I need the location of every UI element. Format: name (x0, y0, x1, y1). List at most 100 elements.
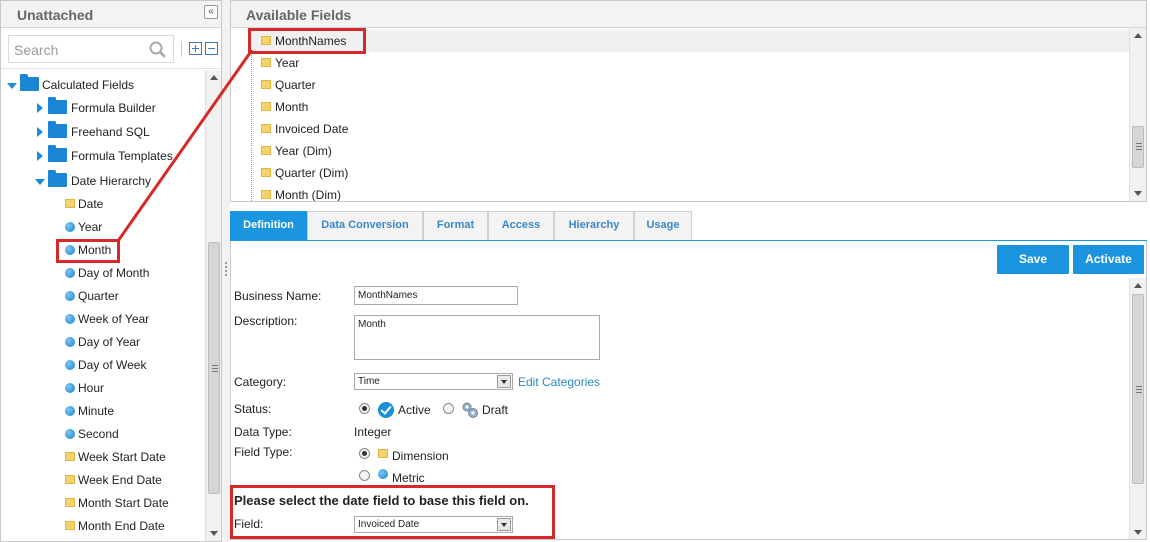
tab-access[interactable]: Access (488, 211, 554, 240)
edit-categories-link[interactable]: Edit Categories (518, 375, 600, 389)
chevron-down-icon[interactable] (497, 375, 511, 388)
available-fields-header: Available Fields (231, 1, 1146, 28)
chevron-down-icon[interactable] (497, 518, 511, 531)
dot-icon (65, 406, 75, 416)
form-scrollbar[interactable] (1129, 278, 1146, 539)
collapsed-arrow-icon[interactable] (37, 127, 43, 137)
folder-icon (378, 449, 388, 458)
available-fields-title: Available Fields (246, 7, 352, 23)
definition-form: Save Activate Business Name: MonthNames … (230, 241, 1147, 540)
tab-data-conversion[interactable]: Data Conversion (307, 211, 423, 240)
tree-item-label: Second (78, 427, 119, 441)
expand-all-icon[interactable] (189, 42, 202, 55)
tree-item-label: Formula Templates (71, 149, 173, 163)
tree-item-label: Day of Year (78, 335, 141, 349)
tab-format[interactable]: Format (423, 211, 488, 240)
save-button[interactable]: Save (997, 245, 1069, 274)
tree-item-label: Minute (78, 404, 115, 418)
field-item-year[interactable]: Year (251, 52, 1129, 74)
tab-usage[interactable]: Usage (634, 211, 692, 240)
scrollbar-thumb[interactable] (1132, 126, 1144, 168)
expand-arrow-icon[interactable] (35, 179, 45, 185)
status-draft-radio[interactable] (443, 403, 454, 414)
folder-icon (261, 124, 271, 133)
tree-item-label: Week of Year (78, 312, 150, 326)
field-item-label: Month (Dim) (275, 188, 342, 201)
field-type-dimension-radio[interactable] (359, 448, 370, 459)
field-item-quarter[interactable]: Quarter (251, 74, 1129, 96)
tree-item-label: Week End Date (78, 473, 162, 487)
scroll-up-icon[interactable] (1134, 283, 1142, 288)
expand-arrow-icon[interactable] (7, 83, 17, 89)
folder-icon (48, 170, 67, 187)
tree-item-label: Month End Date (78, 519, 165, 533)
folder-icon (65, 475, 75, 484)
tab-hierarchy[interactable]: Hierarchy (554, 211, 634, 240)
field-type-metric-radio[interactable] (359, 470, 370, 481)
scroll-up-icon[interactable] (210, 75, 218, 80)
field-type-label: Field Type: (234, 445, 293, 459)
toolbar-divider (181, 41, 182, 57)
dot-icon (65, 383, 75, 393)
field-item-year-dim[interactable]: Year (Dim) (251, 140, 1129, 162)
tab-definition[interactable]: Definition (230, 211, 307, 240)
scrollbar-thumb[interactable] (1132, 294, 1144, 484)
dot-icon (65, 429, 75, 439)
unattached-panel-title: Unattached (17, 7, 94, 23)
available-fields-list: MonthNames Year Quarter Month Invoiced D… (231, 28, 1129, 201)
folder-icon (48, 97, 67, 114)
business-name-input[interactable]: MonthNames (354, 286, 518, 305)
tree-item-label: Day of Week (78, 358, 147, 372)
category-select[interactable]: Time (354, 373, 513, 390)
folder-icon (65, 199, 75, 208)
tree-item-label: Date Hierarchy (71, 174, 152, 188)
tree-item-label: Week Start Date (78, 450, 166, 464)
tree-scrollbar[interactable] (205, 70, 221, 541)
field-item-invoiced-date[interactable]: Invoiced Date (251, 118, 1129, 140)
field-item-label: Year (275, 56, 300, 70)
search-input[interactable] (14, 41, 144, 59)
category-value: Time (358, 376, 380, 387)
field-label: Field: (234, 517, 264, 531)
dot-icon (65, 337, 75, 347)
folder-icon (261, 36, 271, 45)
field-type-metric-label: Metric (392, 471, 425, 485)
field-item-monthnames[interactable]: MonthNames (251, 30, 1129, 52)
panel-splitter[interactable] (222, 0, 230, 542)
tree-item-label: Formula Builder (71, 101, 156, 115)
collapsed-arrow-icon[interactable] (37, 103, 43, 113)
active-check-icon (378, 402, 394, 418)
collapsed-arrow-icon[interactable] (37, 151, 43, 161)
field-item-quarter-dim[interactable]: Quarter (Dim) (251, 162, 1129, 184)
business-name-label: Business Name: (234, 289, 322, 303)
dot-icon (65, 268, 75, 278)
field-item-label: Year (Dim) (275, 144, 332, 158)
scrollbar-thumb[interactable] (208, 242, 220, 494)
folder-icon (65, 498, 75, 507)
scroll-down-icon[interactable] (1134, 191, 1142, 196)
date-field-prompt: Please select the date field to base thi… (234, 493, 529, 508)
tree-item-label: Date (78, 197, 104, 211)
field-item-month[interactable]: Month (251, 96, 1129, 118)
folder-icon (261, 80, 271, 89)
date-field-select[interactable]: Invoiced Date (354, 516, 513, 533)
description-label: Description: (234, 314, 298, 328)
description-textarea[interactable]: Month (354, 315, 600, 360)
scroll-up-icon[interactable] (1134, 33, 1142, 38)
scroll-down-icon[interactable] (210, 531, 218, 536)
field-item-month-dim[interactable]: Month (Dim) (251, 184, 1129, 201)
field-type-dimension-label: Dimension (392, 449, 449, 463)
collapse-all-icon[interactable] (205, 42, 218, 55)
status-active-label: Active (398, 403, 431, 417)
dot-icon (378, 469, 388, 479)
tree-item-label: Quarter (78, 289, 119, 303)
search-icon[interactable] (149, 41, 167, 59)
collapse-panel-icon[interactable]: « (204, 5, 218, 19)
available-fields-scrollbar[interactable] (1129, 28, 1146, 201)
unattached-panel: Unattached « Calculated Fields Formula B… (0, 0, 222, 542)
status-active-radio[interactable] (359, 403, 370, 414)
activate-button[interactable]: Activate (1073, 245, 1144, 274)
scroll-down-icon[interactable] (1134, 530, 1142, 535)
field-item-label: Month (275, 100, 309, 114)
dot-icon (65, 291, 75, 301)
